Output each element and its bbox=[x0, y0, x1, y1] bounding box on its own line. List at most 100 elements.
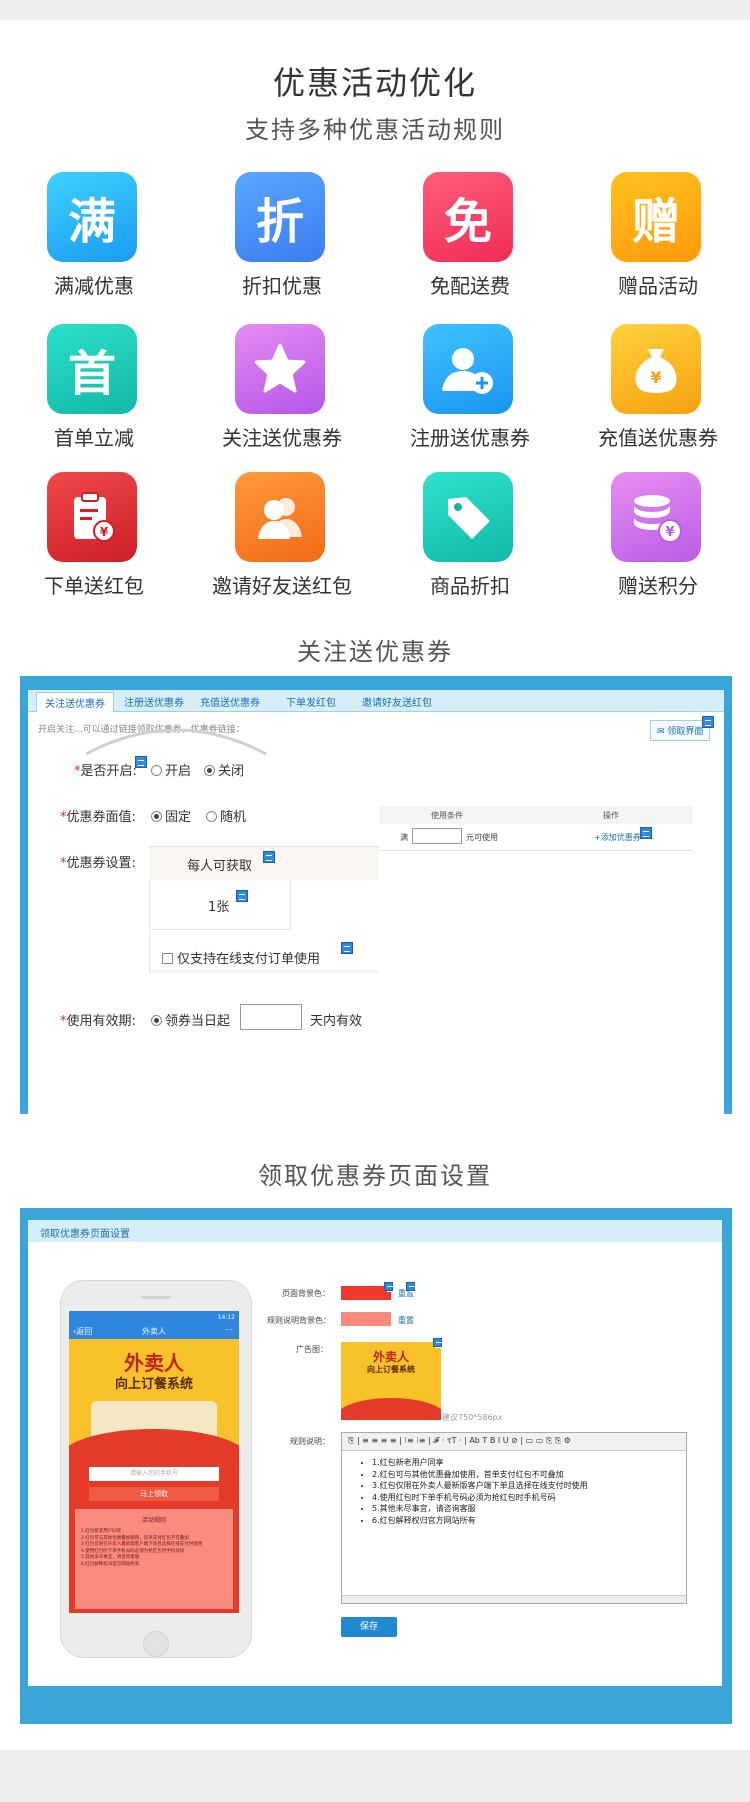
rules-list: 1.红包新老用户同享 2.红包可与其他优惠叠加使用，首单支付红包不可叠加 3.红… bbox=[81, 1529, 203, 1567]
feature-label: 充值送优惠券 bbox=[598, 426, 718, 450]
editor-rule-item: 1.红包新老用户同享 bbox=[372, 1457, 588, 1469]
feature-zhe-kou[interactable]: 折 折扣优惠 bbox=[188, 172, 376, 312]
zeng-pin-icon: 赠 bbox=[611, 172, 701, 262]
rule-bg-color-swatch[interactable] bbox=[341, 1312, 391, 1326]
clipboard-yuan-icon: ¥ bbox=[47, 472, 137, 562]
rules-rich-editor[interactable]: ⎘ | ≡ ≡ ≡ ≡ | ⁝≡ ⁝≡ | 𝓕 · τT · | Ab T B … bbox=[341, 1432, 687, 1604]
edit-badge-icon[interactable] bbox=[433, 1338, 442, 1348]
feature-label: 首单立减 bbox=[54, 426, 134, 450]
feature-zeng-pin[interactable]: 赠 赠品活动 bbox=[564, 172, 750, 312]
page-title: 优惠活动优化 bbox=[272, 64, 477, 102]
online-only-row bbox=[149, 932, 379, 972]
feature-shou-dan[interactable]: 首 首单立减 bbox=[0, 324, 188, 464]
enable-option-on[interactable]: 开启 bbox=[151, 760, 191, 779]
edit-badge-icon[interactable] bbox=[236, 890, 248, 902]
phone-preview: ‹返回 外卖人 14:12 ⋯ 外卖人 向上订餐系统 请输入您的手机号 马上领取… bbox=[60, 1280, 252, 1658]
per-person-header: 每人可获取 bbox=[149, 846, 379, 880]
validity-suffix: 天内有效 bbox=[310, 1014, 363, 1029]
tab-bar: 关注送优惠券 注册送优惠券 充值送优惠券 下单发红包 邀请好友送红包 bbox=[28, 690, 724, 712]
feature-follow-coupon[interactable]: 关注送优惠券 bbox=[188, 324, 376, 464]
add-coupon-link[interactable]: +添加优惠券 bbox=[594, 832, 641, 843]
feature-man-jian[interactable]: 满 满减优惠 bbox=[0, 172, 188, 312]
coupon-form-zoom: *是否开启: 开启 关闭 *优惠券面值: 固定 随机 *优惠券设置: 每人可获取… bbox=[36, 728, 379, 1086]
rule-bg-reset-link[interactable]: 重置 bbox=[398, 1315, 414, 1326]
mian-pei-icon: 免 bbox=[423, 172, 513, 262]
rules-box: 活动规则 1.红包新老用户同享 2.红包可与其他优惠叠加使用，首单支付红包不可叠… bbox=[75, 1509, 233, 1609]
shou-dan-icon: 首 bbox=[47, 324, 137, 414]
ad-size-hint: 建议750*586px bbox=[442, 1413, 503, 1422]
editor-toolbar[interactable]: ⎘ | ≡ ≡ ≡ ≡ | ⁝≡ ⁝≡ | 𝓕 · τT · | Ab T B … bbox=[342, 1433, 686, 1451]
condition-amount-input[interactable] bbox=[412, 828, 462, 844]
add-user-icon bbox=[423, 324, 513, 414]
more-icon[interactable]: ⋯ bbox=[225, 1325, 233, 1334]
red-area: 请输入您的手机号 马上领取 活动规则 1.红包新老用户同享 2.红包可与其他优惠… bbox=[69, 1459, 239, 1613]
feature-label: 邀请好友送红包 bbox=[212, 574, 352, 598]
feature-register-coupon[interactable]: 注册送优惠券 bbox=[376, 324, 564, 464]
feature-label: 满减优惠 bbox=[54, 274, 134, 298]
col-condition: 使用条件 bbox=[431, 811, 463, 820]
ad-image[interactable]: 外卖人 向上订餐系统 bbox=[341, 1342, 441, 1420]
save-button[interactable]: 保存 bbox=[341, 1617, 397, 1637]
man-jian-icon: 满 bbox=[47, 172, 137, 262]
value-option-fixed[interactable]: 固定 bbox=[151, 806, 191, 825]
claim-now-button[interactable]: 马上领取 bbox=[89, 1487, 219, 1501]
editor-rules-list: 1.红包新老用户同享 2.红包可与其他优惠叠加使用，首单支付红包不可叠加 3.红… bbox=[372, 1457, 588, 1526]
radio-icon bbox=[151, 765, 162, 776]
banner-line1: 外卖人 bbox=[124, 1351, 184, 1375]
bottom-band bbox=[0, 1750, 750, 1802]
col-action: 操作 bbox=[603, 811, 619, 820]
zhe-kou-icon: 折 bbox=[235, 172, 325, 262]
banner-line2: 向上订餐系统 bbox=[114, 1377, 193, 1392]
value-option-random[interactable]: 随机 bbox=[206, 806, 246, 825]
feature-label: 下单送红包 bbox=[44, 574, 144, 598]
feature-order-redpack[interactable]: ¥ 下单送红包 bbox=[0, 472, 188, 612]
condition-prefix: 满 bbox=[400, 833, 408, 842]
editor-resize-bar[interactable] bbox=[342, 1595, 686, 1603]
coins-yuan-icon: ¥ bbox=[611, 472, 701, 562]
phone-nav-bar: ‹返回 外卖人 14:12 ⋯ bbox=[69, 1311, 239, 1339]
edit-badge-icon[interactable] bbox=[135, 756, 147, 768]
feature-invite-redpack[interactable]: 邀请好友送红包 bbox=[188, 472, 376, 612]
phone-speaker bbox=[141, 1296, 171, 1299]
edit-badge-icon[interactable] bbox=[406, 1282, 415, 1292]
phone-number-input[interactable]: 请输入您的手机号 bbox=[89, 1467, 219, 1481]
friends-icon bbox=[235, 472, 325, 562]
enable-option-off[interactable]: 关闭 bbox=[204, 760, 244, 779]
admin-panel: 关注送优惠券 注册送优惠券 充值送优惠券 下单发红包 邀请好友送红包 开启关注.… bbox=[28, 690, 724, 1114]
tab-register-coupon[interactable]: 注册送优惠券 bbox=[124, 694, 184, 709]
radio-icon bbox=[206, 811, 217, 822]
feature-label: 赠送积分 bbox=[618, 574, 698, 598]
editor-rule-item: 5.其他未尽事宜，请咨询客服 bbox=[372, 1503, 588, 1515]
tab-invite-redpack[interactable]: 邀请好友送红包 bbox=[362, 694, 432, 709]
edit-badge-icon[interactable] bbox=[640, 827, 652, 839]
radio-selected-icon bbox=[204, 765, 215, 776]
table-divider bbox=[353, 850, 693, 851]
bg-color-label: 页面背景色： bbox=[282, 1289, 330, 1298]
tab-order-redpack[interactable]: 下单发红包 bbox=[286, 694, 336, 709]
phone-screen: ‹返回 外卖人 14:12 ⋯ 外卖人 向上订餐系统 请输入您的手机号 马上领取… bbox=[69, 1311, 239, 1613]
svg-text:¥: ¥ bbox=[650, 368, 661, 387]
tab-follow-coupon[interactable]: 关注送优惠券 bbox=[36, 692, 114, 712]
feature-recharge-coupon[interactable]: ¥ 充值送优惠券 bbox=[564, 324, 750, 464]
edit-badge-icon[interactable] bbox=[384, 1282, 393, 1292]
price-tag-icon bbox=[423, 472, 513, 562]
editor-rule-item: 3.红包仅限在外卖人最新版客户端下单且选择在线支付时使用 bbox=[372, 1480, 588, 1492]
tab-recharge-coupon[interactable]: 充值送优惠券 bbox=[200, 694, 260, 709]
edit-badge-icon[interactable] bbox=[702, 716, 714, 728]
section1-title: 关注送优惠券 bbox=[297, 638, 453, 666]
svg-text:¥: ¥ bbox=[665, 525, 674, 540]
validity-option[interactable]: 领券当日起 bbox=[151, 1010, 230, 1029]
validity-days-input[interactable] bbox=[240, 1004, 302, 1030]
feature-label: 赠品活动 bbox=[618, 274, 698, 298]
svg-text:¥: ¥ bbox=[100, 525, 109, 539]
home-button bbox=[143, 1631, 169, 1657]
coupon-table-header: 使用条件 操作 bbox=[353, 806, 693, 824]
feature-label: 关注送优惠券 bbox=[222, 426, 342, 450]
feature-give-points[interactable]: ¥ 赠送积分 bbox=[564, 472, 750, 612]
edit-badge-icon[interactable] bbox=[263, 851, 275, 863]
feature-mian-pei[interactable]: 免 免配送费 bbox=[376, 172, 564, 312]
feature-label: 折扣优惠 bbox=[242, 274, 322, 298]
feature-product-discount[interactable]: 商品折扣 bbox=[376, 472, 564, 612]
page-subtitle: 支持多种优惠活动规则 bbox=[245, 116, 505, 144]
condition-suffix: 元可使用 bbox=[466, 833, 498, 842]
